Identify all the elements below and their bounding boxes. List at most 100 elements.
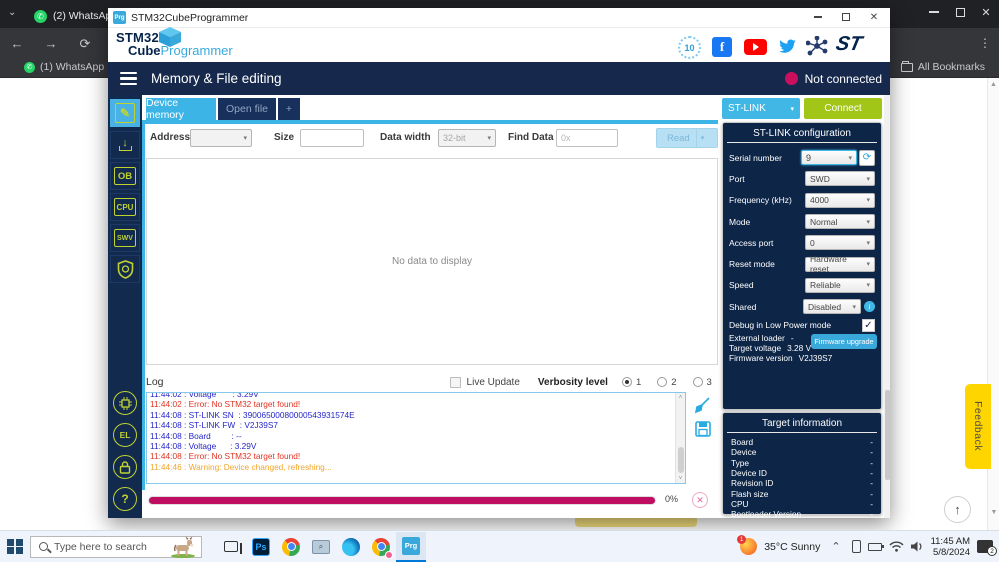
forward-icon[interactable]: → bbox=[40, 36, 62, 51]
minimize-icon bbox=[929, 11, 939, 13]
wifi-icon[interactable] bbox=[889, 541, 904, 552]
refresh-serial-button[interactable]: ⟳ bbox=[859, 150, 875, 166]
taskbar-stm32cubeprogrammer[interactable]: Prg bbox=[396, 532, 426, 562]
bookmark-whatsapp[interactable]: ✆ (1) WhatsApp bbox=[24, 61, 104, 73]
app-minimize-button[interactable] bbox=[804, 8, 832, 26]
task-view-button[interactable] bbox=[216, 532, 246, 562]
access-port-dropdown[interactable]: 0 ▾ bbox=[805, 235, 875, 250]
data-width-dropdown[interactable]: 32-bit▾ bbox=[438, 129, 496, 147]
sidebar-item-security[interactable] bbox=[110, 255, 140, 283]
community-icon[interactable] bbox=[806, 36, 828, 56]
scrollbar-thumb[interactable] bbox=[885, 390, 890, 480]
scrollbar-up-icon[interactable]: ▲ bbox=[988, 78, 999, 88]
taskbar-search[interactable]: Type here to search bbox=[30, 536, 202, 558]
progress-fill bbox=[149, 497, 655, 504]
memory-data-area[interactable]: No data to display bbox=[146, 158, 718, 365]
battery-icon[interactable] bbox=[868, 543, 882, 551]
back-icon[interactable]: ← bbox=[6, 36, 28, 51]
connect-label: Connect bbox=[824, 103, 861, 114]
reset-mode-dropdown[interactable]: Hardware reset ▾ bbox=[805, 257, 875, 272]
mode-dropdown[interactable]: Normal ▾ bbox=[805, 214, 875, 229]
firmware-upgrade-button[interactable]: Firmware upgrade bbox=[811, 334, 877, 349]
sidebar-item-erasing-programming[interactable]: ↓ bbox=[110, 131, 140, 159]
scrollbar-down-icon[interactable]: ▼ bbox=[988, 509, 999, 516]
taskbar-edge[interactable] bbox=[336, 532, 366, 562]
save-log-icon[interactable] bbox=[694, 420, 712, 438]
facebook-icon[interactable]: f bbox=[712, 37, 732, 57]
serial-number-dropdown[interactable]: 9 ▾ bbox=[801, 150, 857, 165]
search-highlight-donkey-image[interactable] bbox=[169, 536, 197, 558]
log-entry: 11:44:08 : Board : -- bbox=[150, 431, 682, 441]
app-titlebar[interactable]: Prg STM32CubeProgrammer ✕ bbox=[108, 8, 890, 28]
read-button[interactable]: Read ▾ bbox=[656, 128, 718, 148]
verbosity-radio-2[interactable] bbox=[657, 377, 667, 387]
size-input[interactable] bbox=[300, 129, 364, 147]
chevron-down-icon: ▾ bbox=[852, 303, 856, 311]
hidden-icons-chevron[interactable]: ⌃ bbox=[831, 540, 840, 553]
sidebar-item-chip-tool[interactable] bbox=[113, 391, 137, 415]
connect-button[interactable]: Connect bbox=[804, 98, 882, 119]
button-divider bbox=[696, 129, 697, 147]
app-maximize-button[interactable] bbox=[832, 8, 860, 26]
volume-icon[interactable] bbox=[911, 541, 924, 552]
tab-add-button[interactable]: + bbox=[278, 98, 300, 120]
probe-selector-dropdown[interactable]: ST-LINK ▾ bbox=[722, 98, 800, 119]
taskbar-snip-tool[interactable]: ⌕ bbox=[306, 532, 336, 562]
taskbar-chrome-profile[interactable] bbox=[366, 532, 396, 562]
speed-dropdown[interactable]: Reliable ▾ bbox=[805, 278, 875, 293]
reload-icon[interactable]: ⟳ bbox=[74, 36, 96, 52]
all-bookmarks-button[interactable]: All Bookmarks bbox=[901, 61, 985, 73]
cancel-operation-button[interactable]: ✕ bbox=[692, 492, 708, 508]
phone-link-icon[interactable] bbox=[852, 540, 861, 553]
taskbar-chrome[interactable] bbox=[276, 532, 306, 562]
browser-minimize-button[interactable] bbox=[921, 2, 947, 22]
menu-hamburger-icon[interactable] bbox=[120, 72, 137, 86]
verbosity-radio-3[interactable] bbox=[693, 377, 703, 387]
target-info-row: Type- bbox=[723, 458, 881, 468]
scroll-down-icon[interactable]: ˅ bbox=[676, 476, 685, 482]
verbosity-radio-1[interactable] bbox=[622, 377, 632, 387]
sidebar-item-memory-file-editing[interactable]: ✎ bbox=[110, 99, 140, 127]
browser-menu-icon[interactable]: ⋮ bbox=[979, 36, 991, 50]
live-update-checkbox[interactable] bbox=[450, 377, 461, 388]
shared-dropdown[interactable]: Disabled ▾ bbox=[803, 299, 861, 314]
browser-close-button[interactable]: ✕ bbox=[973, 2, 999, 22]
sidebar-item-mcu-core[interactable]: CPU bbox=[110, 193, 140, 221]
scroll-to-top-button[interactable]: ↑ bbox=[944, 496, 971, 523]
feedback-tab[interactable]: Feedback bbox=[965, 384, 991, 469]
taskbar-photoshop[interactable]: Ps bbox=[246, 532, 276, 562]
log-scrollbar[interactable]: ˄ ˅ bbox=[675, 393, 685, 483]
find-data-input[interactable] bbox=[556, 129, 618, 147]
clear-log-broom-icon[interactable] bbox=[694, 396, 712, 414]
sidebar-item-secure-programming[interactable] bbox=[113, 455, 137, 479]
address-dropdown[interactable]: ▾ bbox=[190, 129, 252, 147]
sidebar-item-swv[interactable]: SWV bbox=[110, 224, 140, 252]
frequency-dropdown[interactable]: 4000 ▾ bbox=[805, 193, 875, 208]
tab-open-file[interactable]: Open file bbox=[218, 98, 276, 120]
sidebar-item-option-bytes[interactable]: OB bbox=[110, 162, 140, 190]
sidebar-item-help[interactable]: ? bbox=[113, 487, 137, 511]
start-button[interactable] bbox=[0, 532, 30, 562]
scrollbar-thumb[interactable] bbox=[678, 447, 684, 473]
weather-label[interactable]: 35°C Sunny bbox=[764, 541, 820, 553]
log-output[interactable]: 11:44:02 : Voltage : 3.29V 11:44:02 : Er… bbox=[146, 392, 686, 484]
tab-device-memory[interactable]: Device memory bbox=[146, 98, 216, 120]
youtube-icon[interactable] bbox=[744, 39, 767, 55]
tab-search-chevron-icon[interactable]: ⌄ bbox=[8, 7, 16, 18]
twitter-icon[interactable] bbox=[779, 39, 797, 54]
edge-icon bbox=[342, 538, 360, 556]
notification-center-icon[interactable]: 2 bbox=[977, 540, 993, 553]
port-dropdown[interactable]: SWD ▾ bbox=[805, 171, 875, 186]
weather-icon[interactable]: 1 bbox=[740, 538, 757, 555]
info-icon[interactable]: i bbox=[864, 301, 875, 312]
shield-icon bbox=[117, 260, 134, 279]
debug-low-power-checkbox[interactable]: ✓ bbox=[862, 319, 875, 332]
scroll-up-icon[interactable]: ˄ bbox=[676, 393, 685, 401]
sidebar-item-external-loaders[interactable]: EL bbox=[113, 423, 137, 447]
browser-maximize-button[interactable] bbox=[947, 2, 973, 22]
st-logo-icon[interactable]: ST bbox=[834, 33, 864, 56]
app-scrollbar[interactable] bbox=[884, 95, 890, 518]
taskbar-clock[interactable]: 11:45 AM 5/8/2024 bbox=[931, 536, 970, 558]
ten-years-badge-icon[interactable]: 10 bbox=[678, 36, 701, 59]
app-close-button[interactable]: ✕ bbox=[860, 8, 888, 26]
